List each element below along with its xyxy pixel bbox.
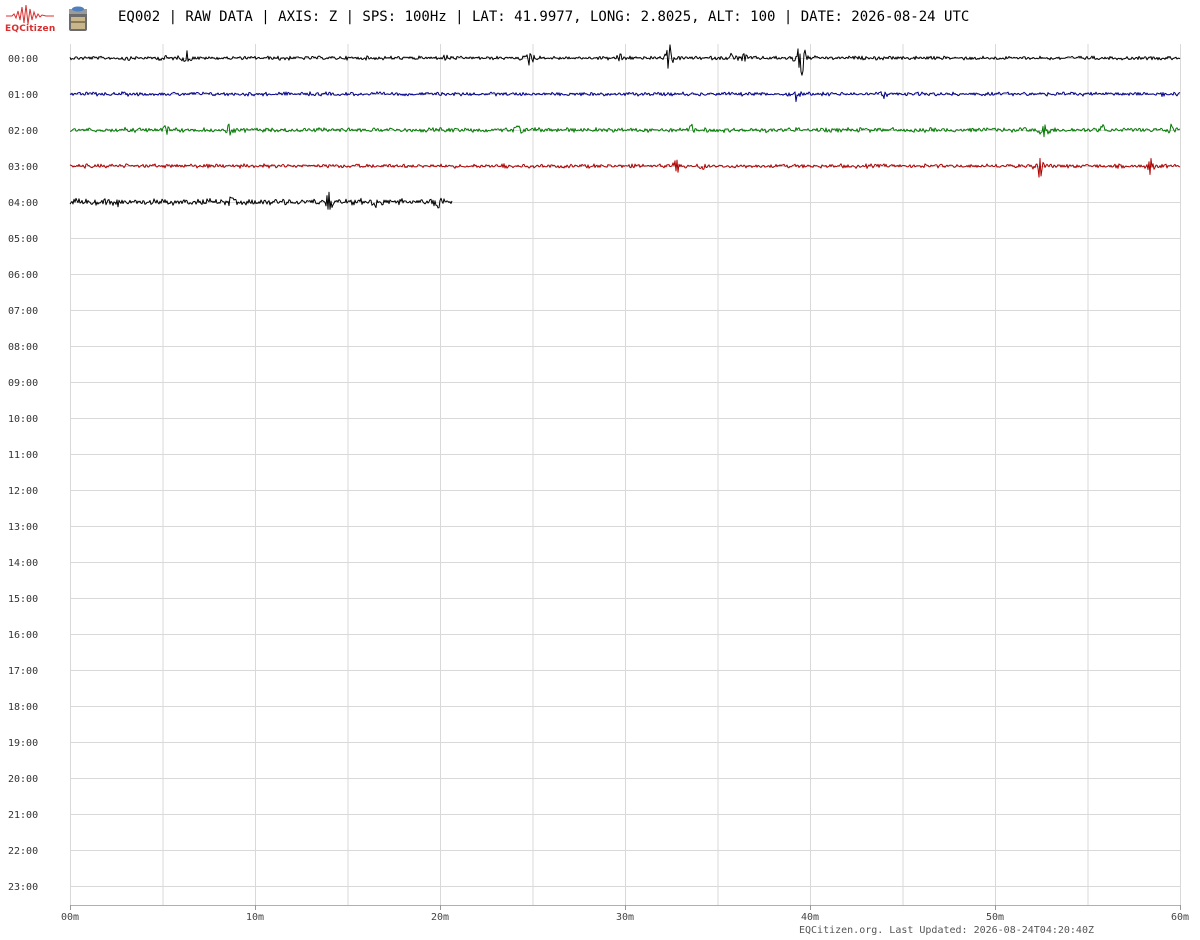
row-label: 08:00 [8,342,38,353]
row-label: 17:00 [8,666,38,677]
row-label: 18:00 [8,702,38,713]
row-label: 23:00 [8,882,38,893]
row-label: 02:00 [8,126,38,137]
row-label: 05:00 [8,234,38,245]
x-tick-label: 20m [431,912,449,923]
row-label: 22:00 [8,846,38,857]
row-label: 00:00 [8,54,38,65]
row-label: 01:00 [8,90,38,101]
row-label: 09:00 [8,378,38,389]
row-label: 10:00 [8,414,38,425]
x-tick-label: 00m [61,912,79,923]
last-updated-text: EQCitizen.org. Last Updated: 2026-08-24T… [798,925,1094,936]
helicorder-chart: 00:00 01:00 02:00 03:00 04:00 05:00 06:00 07:00… [8,44,1189,923]
row-label: 04:00 [8,198,38,209]
row-label: 12:00 [8,486,38,497]
row-label: 03:00 [8,162,38,173]
row-label: 15:00 [8,594,38,605]
trace-0400 [69,191,453,210]
row-label: 14:00 [8,558,38,569]
row-label: 07:00 [8,306,38,317]
row-label: 21:00 [8,810,38,821]
row-label: 16:00 [8,630,38,641]
x-tick-label: 60m [1171,912,1189,923]
x-tick-label: 50m [986,912,1004,923]
x-tick-label: 10m [246,912,264,923]
row-label: 19:00 [8,738,38,749]
row-label: 11:00 [8,450,38,461]
row-label: 20:00 [8,774,38,785]
row-label: 13:00 [8,522,38,533]
x-tick-label: 40m [801,912,819,923]
x-tick-label: 30m [616,912,634,923]
row-label: 06:00 [8,270,38,281]
